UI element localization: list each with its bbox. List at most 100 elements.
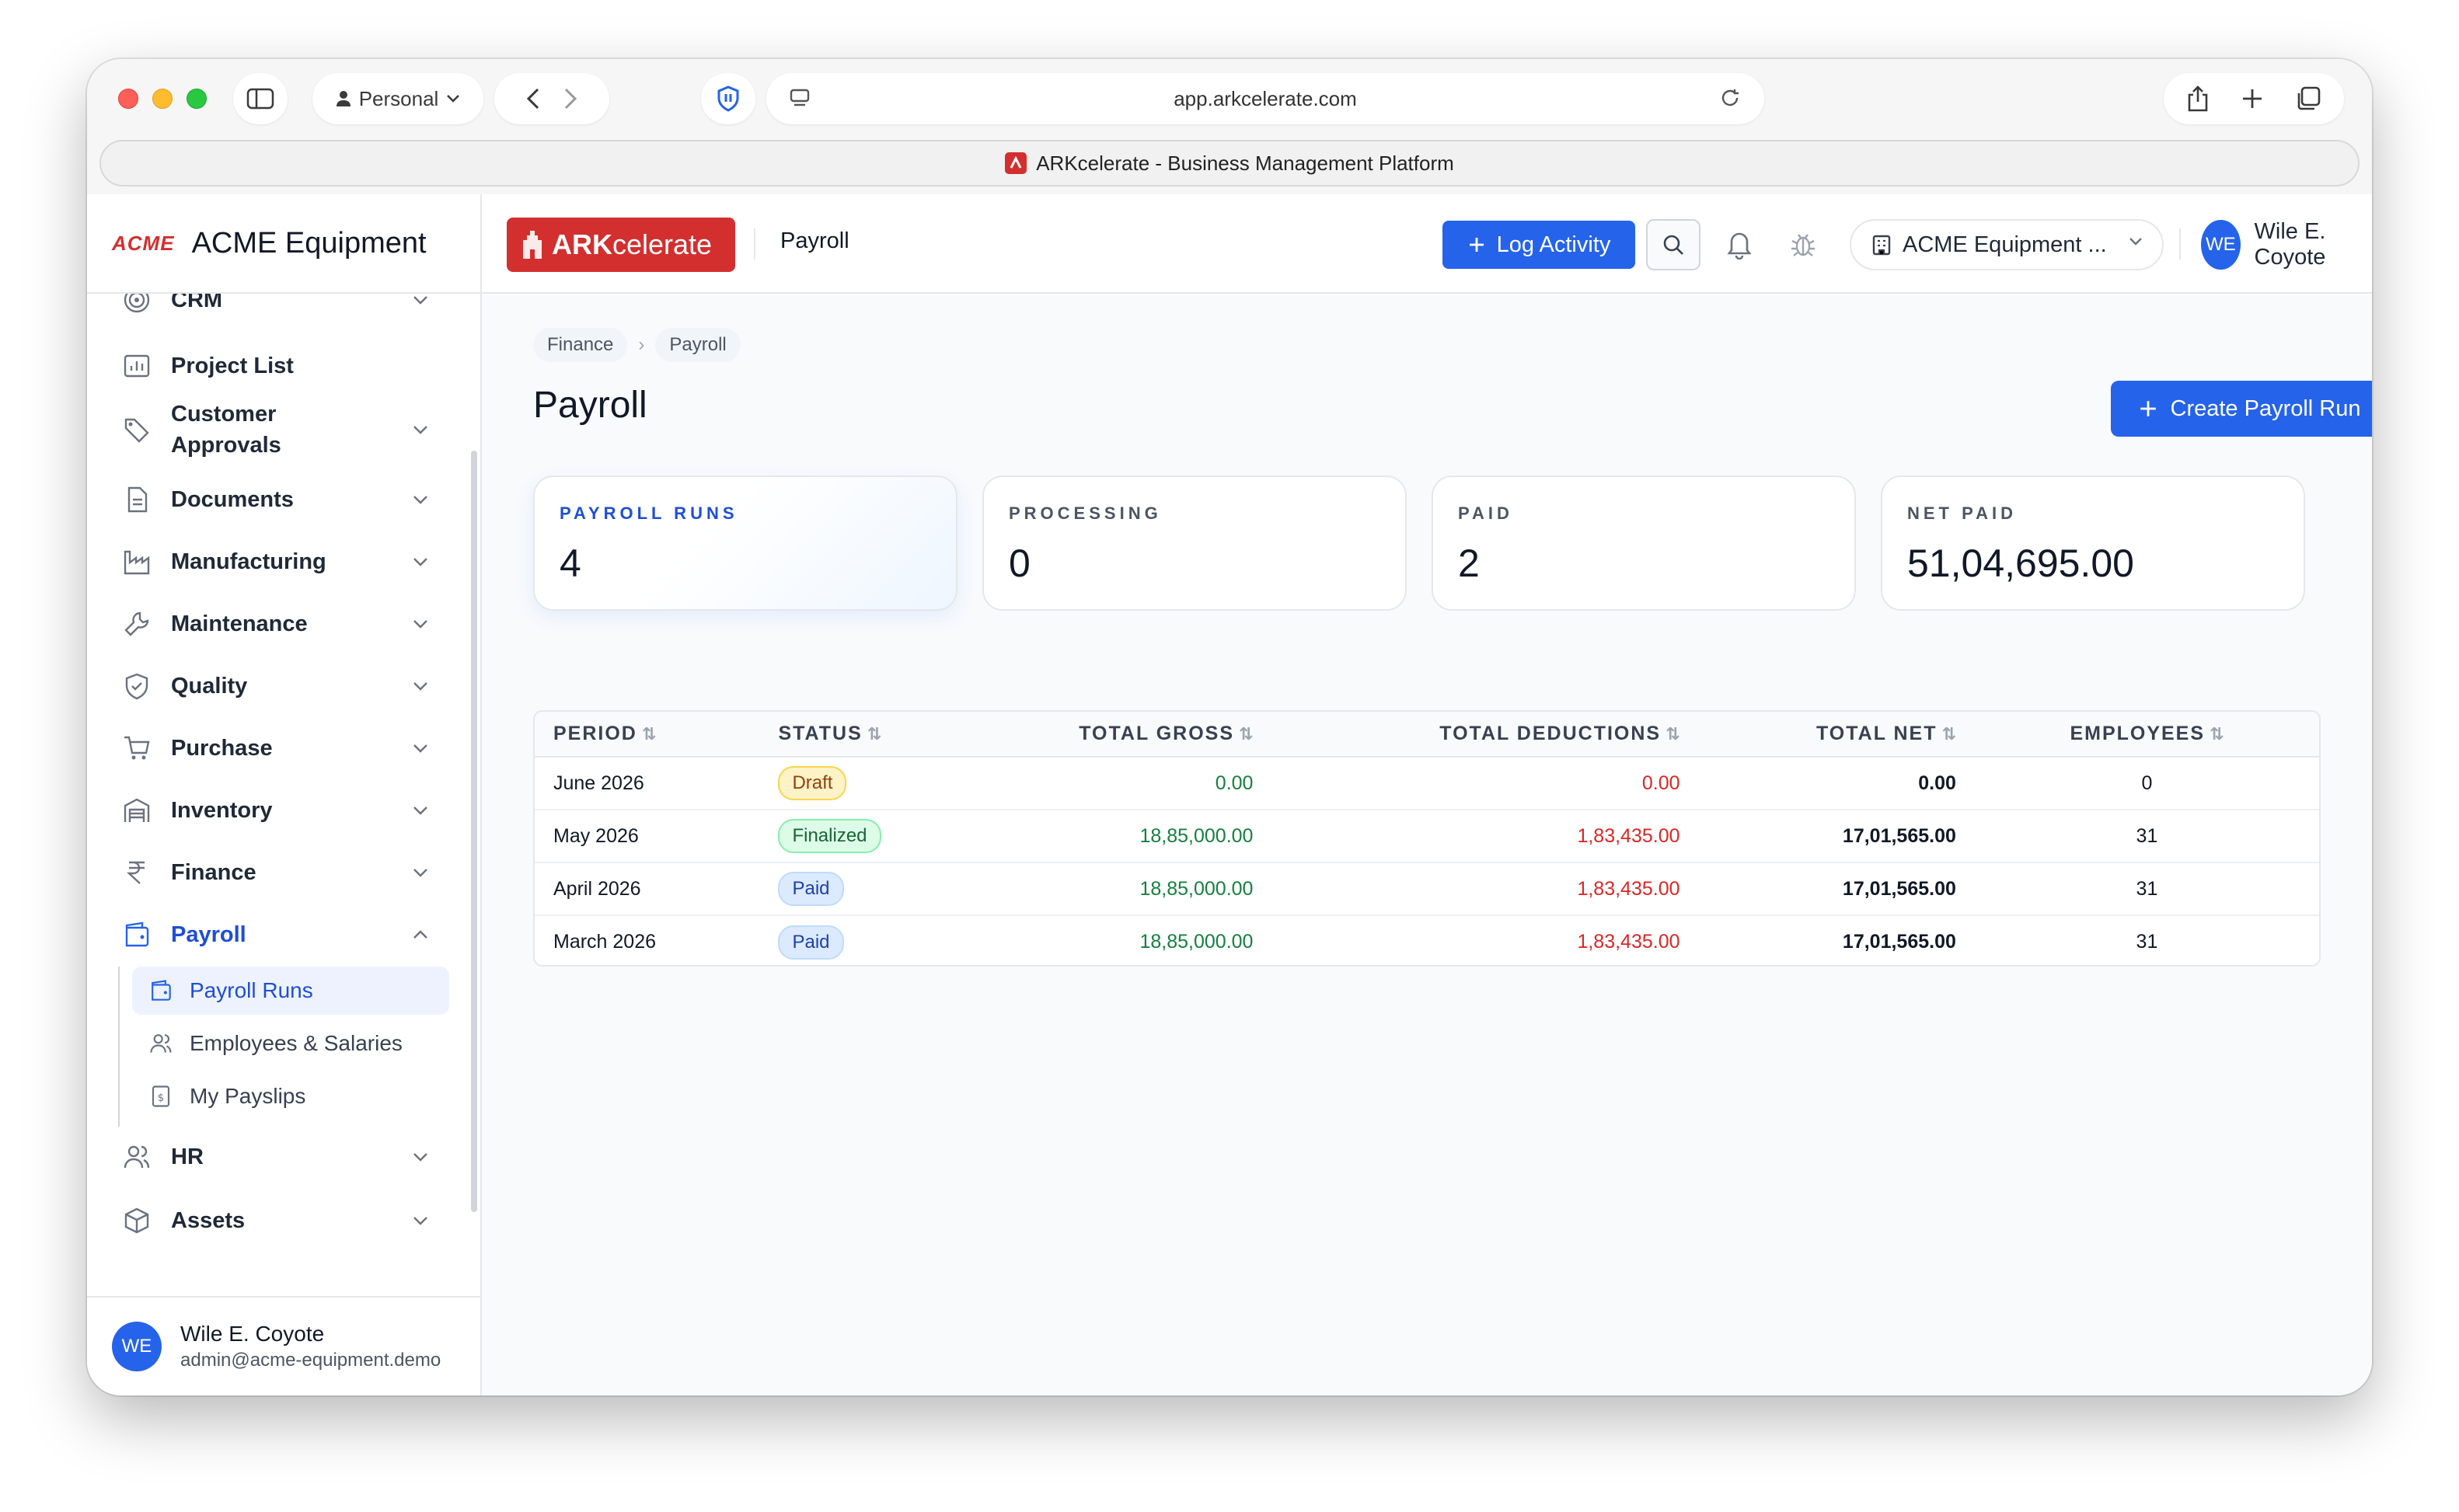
breadcrumb-finance[interactable]: Finance [533, 328, 628, 362]
arkcelerate-logo[interactable]: ARKcelerate [507, 218, 735, 272]
company-selector[interactable]: ACME Equipment ... [1850, 219, 2164, 270]
sidebar-item-purchase[interactable]: Purchase [121, 729, 463, 768]
sidebar-toggle-button[interactable] [233, 73, 288, 124]
sidebar-nav[interactable]: CRM Project List Customer Approvals Docu… [87, 294, 480, 1179]
chevron-down-icon [413, 620, 427, 629]
minimize-window-button[interactable] [152, 89, 173, 109]
sidebar-user[interactable]: WE Wile E. Coyote admin@acme-equipment.d… [87, 1296, 480, 1395]
sidebar-item-crm[interactable]: CRM [121, 294, 463, 315]
create-payroll-run-button[interactable]: Create Payroll Run [2111, 381, 2372, 437]
sidebar-item-hr[interactable]: HR [121, 1137, 463, 1176]
chevron-down-icon [413, 296, 427, 305]
sidebar-item-label: Project List [171, 353, 294, 378]
chevron-down-icon [413, 744, 427, 753]
sidebar-item-payroll[interactable]: Payroll [121, 915, 463, 954]
privacy-shield-button[interactable] [701, 73, 755, 124]
column-label: STATUS [778, 723, 863, 744]
sidebar-subitem-payroll-runs[interactable]: Payroll Runs [132, 967, 449, 1015]
stat-card-processing[interactable]: PROCESSING 0 [982, 476, 1407, 611]
stat-card-paid[interactable]: PAID 2 [1432, 476, 1856, 611]
notification-bell-icon[interactable] [1725, 228, 1753, 260]
svg-text:$: $ [158, 1092, 164, 1104]
sidebar-item-quality[interactable]: Quality [121, 667, 463, 705]
sidebar-item-label: Inventory [171, 797, 273, 823]
sidebar-item-label: Quality [171, 673, 248, 699]
rupee-icon [121, 857, 152, 888]
close-window-button[interactable] [118, 89, 138, 109]
chevron-down-icon [413, 496, 427, 504]
share-icon[interactable] [2186, 85, 2210, 113]
status-badge: Paid [778, 925, 844, 960]
cell-total-gross: 18,85,000.00 [984, 810, 1272, 863]
stat-card-payroll-runs[interactable]: PAYROLL RUNS 4 [533, 476, 957, 611]
box-icon [121, 1205, 152, 1236]
bug-icon[interactable] [1789, 228, 1817, 260]
table-row[interactable]: June 2026 Draft 0.00 0.00 0.00 0 [535, 757, 2319, 810]
sidebar-item-maintenance[interactable]: Maintenance [121, 604, 463, 643]
search-icon [1663, 235, 1683, 255]
sidebar-item-inventory[interactable]: Inventory [121, 791, 463, 830]
reader-icon[interactable] [790, 89, 810, 109]
factory-icon [121, 546, 152, 577]
cell-status: Paid [759, 915, 984, 965]
table-row[interactable]: March 2026 Paid 18,85,000.00 1,83,435.00… [535, 915, 2319, 965]
chevron-down-icon [413, 869, 427, 877]
search-button[interactable] [1646, 219, 1700, 270]
plus-icon [1469, 238, 1484, 252]
breadcrumb-payroll[interactable]: Payroll [655, 328, 741, 362]
sidebar-item-assets[interactable]: Assets [121, 1201, 463, 1240]
url-text: app.arkcelerate.com [1174, 86, 1357, 110]
stat-card-net-paid[interactable]: NET PAID 51,04,695.00 [1881, 476, 2305, 611]
column-header-total-gross[interactable]: TOTAL GROSS ⇅ [984, 712, 1272, 758]
status-badge: Draft [778, 766, 847, 800]
column-header-period[interactable]: PERIOD ⇅ [535, 712, 760, 758]
profile-selector[interactable]: Personal [312, 73, 483, 124]
log-activity-button[interactable]: Log Activity [1442, 221, 1635, 269]
sidebar-subitem-my-payslips[interactable]: $ My Payslips [132, 1072, 449, 1120]
active-tab[interactable]: ARKcelerate - Business Management Platfo… [99, 140, 2360, 186]
zoom-window-button[interactable] [187, 89, 207, 109]
person-icon [336, 91, 351, 106]
table-header-row: PERIOD ⇅ STATUS ⇅ TOTAL GROSS ⇅ TOTAL DEDUC… [535, 712, 2319, 758]
column-header-total-deductions[interactable]: TOTAL DEDUCTIONS ⇅ [1271, 712, 1699, 758]
sidebar-user-info: Wile E. Coyote admin@acme-equipment.demo [180, 1322, 441, 1371]
cell-period: May 2026 [535, 810, 760, 863]
address-bar[interactable]: app.arkcelerate.com [766, 73, 1764, 124]
column-header-status[interactable]: STATUS ⇅ [759, 712, 985, 758]
column-header-total-net[interactable]: TOTAL NET ⇅ [1698, 712, 1975, 758]
sidebar-item-project-list[interactable]: Project List [121, 347, 463, 385]
cell-employees: 31 [1974, 810, 2319, 863]
tab-overview-icon[interactable] [2295, 85, 2321, 112]
chevron-down-icon [413, 426, 427, 434]
create-payroll-run-label: Create Payroll Run [2170, 395, 2361, 421]
new-tab-icon[interactable] [2241, 87, 2264, 110]
sidebar-item-finance[interactable]: Finance [121, 853, 463, 892]
table-row[interactable]: May 2026 Finalized 18,85,000.00 1,83,435… [535, 810, 2319, 863]
payroll-runs-table: PERIOD ⇅ STATUS ⇅ TOTAL GROSS ⇅ TOTAL DEDUC… [533, 710, 2321, 967]
sidebar-item-label: CRM [171, 294, 223, 312]
avatar: WE [112, 1322, 162, 1371]
user-menu[interactable]: WE Wile E. Coyote [2201, 219, 2372, 270]
browser-window: Personal app.arkcelerate.com ARKcelerate… [87, 59, 2372, 1395]
forward-icon[interactable] [563, 87, 577, 110]
cart-icon [121, 733, 152, 764]
sidebar-subitem-employees-salaries[interactable]: Employees & Salaries [132, 1019, 449, 1068]
building-icon [1872, 235, 1891, 256]
wallet-icon [121, 919, 152, 950]
sidebar-brand[interactable]: ACME ACME Equipment [87, 194, 480, 294]
reload-icon[interactable] [1719, 87, 1741, 109]
submenu-rail [118, 967, 120, 1127]
stat-value: 51,04,695.00 [1907, 542, 2134, 585]
sidebar-scrollbar[interactable] [471, 451, 477, 1212]
cell-total-gross: 18,85,000.00 [984, 862, 1272, 916]
sidebar-item-manufacturing[interactable]: Manufacturing [121, 542, 463, 581]
user-email: admin@acme-equipment.demo [180, 1350, 441, 1371]
sidebar-item-customer-approvals[interactable]: Customer Approvals [121, 395, 463, 465]
acme-logo: ACME [112, 231, 175, 255]
sidebar-item-documents[interactable]: Documents [121, 480, 463, 519]
chevron-down-icon [413, 1153, 427, 1162]
column-header-employees[interactable]: EMPLOYEES ⇅ [1974, 712, 2319, 758]
back-icon[interactable] [526, 87, 540, 110]
sort-icon: ⇅ [1941, 724, 1956, 744]
table-row[interactable]: April 2026 Paid 18,85,000.00 1,83,435.00… [535, 862, 2319, 916]
